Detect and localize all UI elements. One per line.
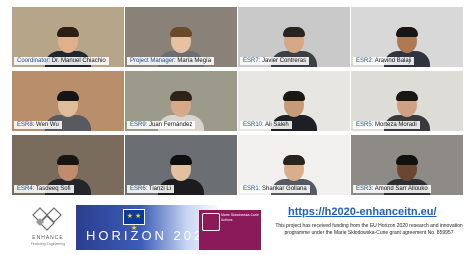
project-website-link[interactable]: https://h2020-enhanceitn.eu/ — [288, 206, 437, 218]
participant-name: Tianzi Li — [148, 186, 172, 192]
participant-tile[interactable]: ESR1: Shankar Gollana — [238, 135, 350, 195]
participant-tile[interactable]: ESR4: Tasdeeq Sofi — [12, 135, 124, 195]
participant-name-label: ESR7: Javier Contreras — [240, 57, 310, 65]
participant-name: Aravind Balaji — [374, 58, 412, 64]
participant-hair — [283, 91, 305, 101]
participant-name-label: ESR3: Amond Sarr Allouko — [353, 185, 431, 193]
participant-tile[interactable]: ESR8: Wen Wu — [12, 71, 124, 131]
participant-hair — [170, 91, 192, 101]
participant-role: ESR1: — [243, 186, 263, 192]
enhance-diamonds-icon — [32, 207, 62, 231]
participant-hair — [396, 155, 418, 165]
participant-role: ESR9: — [130, 122, 150, 128]
participant-hair — [57, 155, 79, 165]
participant-role: ESR7: — [243, 58, 263, 64]
enhance-logo: ENHANCE Featuring Engineering — [24, 206, 72, 250]
participant-name: Shankar Gollana — [262, 186, 307, 192]
participant-hair — [57, 27, 79, 37]
participant-tile[interactable]: ESR7: Javier Contreras — [238, 7, 350, 67]
msca-emblem-icon — [202, 213, 220, 231]
participant-role: ESR10: — [243, 122, 266, 128]
participant-name-label: ESR1: Shankar Gollana — [240, 185, 310, 193]
participant-name-label: Project Manager: María Megía — [127, 57, 215, 65]
participant-name: Wen Wu — [36, 122, 59, 128]
video-grid: Coordinator: Dr. Manuel Chiachio Project … — [12, 7, 464, 198]
participant-role: ESR4: — [17, 186, 36, 192]
participant-name-label: Coordinator: Dr. Manuel Chiachio — [14, 57, 109, 65]
msca-label: Marie Skłodowska-Curie Actions — [221, 213, 259, 222]
participant-tile[interactable]: ESR9: Juan Fernández — [125, 71, 237, 131]
participant-name-label: ESR8: Wen Wu — [14, 121, 62, 129]
participant-tile[interactable]: ESR2: Aravind Balaji — [351, 7, 463, 67]
participant-name-label: ESR10: Ali Saleh — [240, 121, 292, 129]
participant-role: ESR2: — [356, 58, 375, 64]
horizon-2020-text: HORIZON 2020 — [86, 228, 215, 243]
participant-name: Dr. Manuel Chiachio — [51, 58, 106, 64]
participant-name: Juan Fernández — [149, 122, 193, 128]
participant-hair — [396, 27, 418, 37]
participant-tile[interactable]: ESR10: Ali Saleh — [238, 71, 350, 131]
participant-tile[interactable]: Coordinator: Dr. Manuel Chiachio — [12, 7, 124, 67]
participant-hair — [396, 91, 418, 101]
participant-name: Morteza Moradi — [375, 122, 417, 128]
msca-logo: Marie Skłodowska-Curie Actions — [199, 210, 261, 250]
participant-role: ESR5: — [356, 122, 376, 128]
participant-name-label: ESR6: Tianzi Li — [127, 185, 175, 193]
participant-tile[interactable]: ESR6: Tianzi Li — [125, 135, 237, 195]
logo-title: ENHANCE — [32, 235, 64, 241]
participant-hair — [57, 91, 79, 101]
participant-role: ESR6: — [130, 186, 149, 192]
participant-hair — [283, 27, 305, 37]
participant-tile[interactable]: ESR5: Morteza Moradi — [351, 71, 463, 131]
participant-name: Tasdeeq Sofi — [35, 186, 71, 192]
participant-hair — [170, 27, 192, 37]
participant-name: Javier Contreras — [262, 58, 307, 64]
participant-role: Coordinator: — [17, 58, 52, 64]
eu-flag-icon: ★ ★ ★ — [123, 209, 145, 232]
participant-name: Amond Sarr Allouko — [374, 186, 428, 192]
participant-name-label: ESR5: Morteza Moradi — [353, 121, 420, 129]
funding-acknowledgement: This project has received funding from t… — [275, 223, 463, 236]
participant-role: ESR8: — [17, 122, 37, 128]
participant-name-label: ESR4: Tasdeeq Sofi — [14, 185, 74, 193]
logo-subtitle: Featuring Engineering — [30, 242, 66, 246]
participant-hair — [170, 155, 192, 165]
participant-role: Project Manager: — [130, 58, 178, 64]
participant-name-label: ESR9: Juan Fernández — [127, 121, 196, 129]
participant-tile[interactable]: ESR3: Amond Sarr Allouko — [351, 135, 463, 195]
participant-hair — [283, 155, 305, 165]
participant-name-label: ESR2: Aravind Balaji — [353, 57, 415, 65]
participant-name: María Megía — [177, 58, 212, 64]
participant-tile[interactable]: Project Manager: María Megía — [125, 7, 237, 67]
participant-name: Ali Saleh — [265, 122, 289, 128]
participant-role: ESR3: — [356, 186, 375, 192]
